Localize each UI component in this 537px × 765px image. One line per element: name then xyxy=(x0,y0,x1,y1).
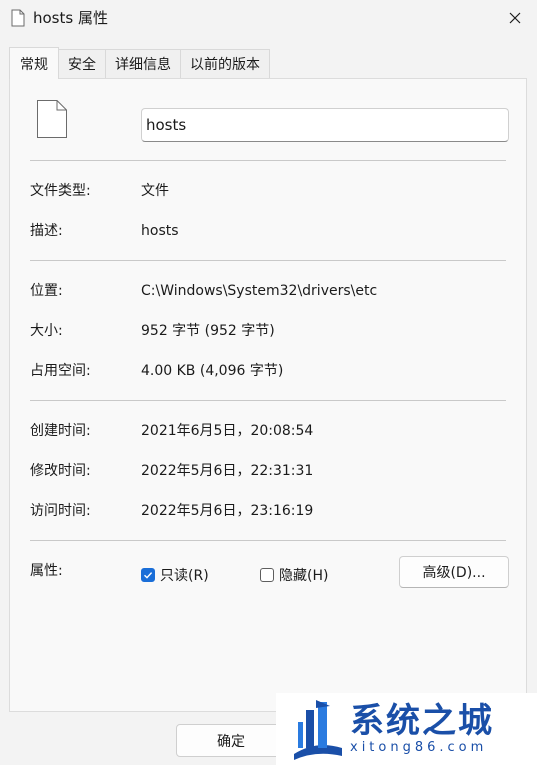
tab-previous-versions[interactable]: 以前的版本 xyxy=(181,49,270,78)
modified-label: 修改时间: xyxy=(30,463,91,479)
accessed-value: 2022年5月6日，23:16:19 xyxy=(141,503,314,519)
file-type-value: 文件 xyxy=(141,183,169,199)
watermark-text: 系统之城 xitong86.com xyxy=(350,702,494,756)
separator xyxy=(30,260,506,261)
tab-label: 以前的版本 xyxy=(190,57,260,73)
title-bar: hosts 属性 xyxy=(0,0,537,38)
tab-details[interactable]: 详细信息 xyxy=(106,49,181,78)
tab-security[interactable]: 安全 xyxy=(59,49,106,78)
document-icon xyxy=(37,100,67,138)
tab-general[interactable]: 常规 xyxy=(9,47,59,79)
watermark-cn: 系统之城 xyxy=(350,701,494,741)
size-label: 大小: xyxy=(30,323,63,339)
description-value: hosts xyxy=(141,223,179,239)
watermark: 系统之城 xitong86.com xyxy=(276,693,537,765)
tab-bar: 常规 安全 详细信息 以前的版本 xyxy=(9,47,270,79)
tab-label: 常规 xyxy=(20,56,48,73)
file-type-label: 文件类型: xyxy=(30,183,91,199)
location-label: 位置: xyxy=(30,283,63,299)
modified-value: 2022年5月6日，22:31:31 xyxy=(141,463,314,479)
attributes-label: 属性: xyxy=(30,563,63,579)
separator xyxy=(30,400,506,401)
accessed-label: 访问时间: xyxy=(30,503,91,519)
separator xyxy=(30,160,506,161)
file-name-input[interactable] xyxy=(141,108,509,142)
watermark-logo-icon xyxy=(294,700,342,760)
general-panel: 文件类型: 文件 描述: hosts 位置: C:\Windows\System… xyxy=(9,78,527,712)
ok-button[interactable]: 确定 xyxy=(176,724,286,757)
hidden-checkbox[interactable]: 隐藏(H) xyxy=(260,565,328,585)
checkbox-checked[interactable] xyxy=(141,568,155,582)
created-label: 创建时间: xyxy=(30,423,91,439)
created-value: 2021年6月5日，20:08:54 xyxy=(141,423,314,439)
hidden-label: 隐藏(H) xyxy=(279,568,329,584)
tab-label: 详细信息 xyxy=(115,57,171,73)
readonly-checkbox[interactable]: 只读(R) xyxy=(141,565,209,585)
separator xyxy=(30,540,506,541)
window-title: hosts 属性 xyxy=(33,9,108,27)
size-on-disk-label: 占用空间: xyxy=(30,363,91,379)
properties-dialog: hosts 属性 常规 安全 详细信息 以前的版本 文件类型: 文件 xyxy=(0,0,537,765)
readonly-label: 只读(R) xyxy=(160,568,209,584)
description-label: 描述: xyxy=(30,223,63,239)
location-value: C:\Windows\System32\drivers\etc xyxy=(141,283,378,299)
advanced-button[interactable]: 高级(D)... xyxy=(399,556,509,588)
size-on-disk-value: 4.00 KB (4,096 字节) xyxy=(141,363,284,379)
tab-label: 安全 xyxy=(68,57,96,73)
check-icon xyxy=(144,572,153,579)
watermark-en: xitong86.com xyxy=(350,740,488,755)
close-button[interactable] xyxy=(493,0,537,36)
checkbox-unchecked[interactable] xyxy=(260,568,274,582)
size-value: 952 字节 (952 字节) xyxy=(141,323,275,339)
close-icon xyxy=(509,12,521,24)
file-icon xyxy=(11,9,25,27)
